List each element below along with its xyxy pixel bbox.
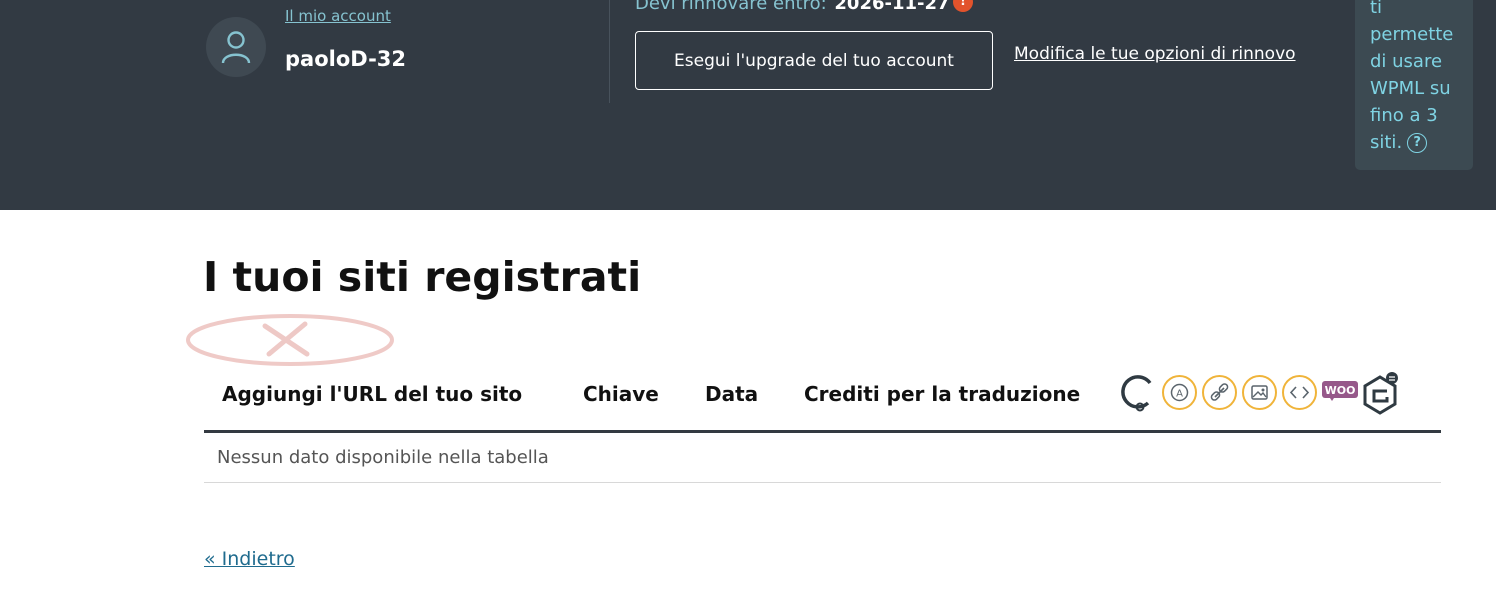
scribble-mark	[186, 314, 394, 366]
help-icon[interactable]: ?	[1407, 133, 1428, 153]
gravity-forms-icon	[1363, 372, 1398, 415]
info-line: di usare	[1370, 51, 1443, 72]
string-translation-icon: A	[1162, 375, 1197, 410]
svg-text:A: A	[1176, 389, 1183, 400]
renewal-options-link[interactable]: Modifica le tue opzioni di rinnovo	[1014, 44, 1296, 64]
avatar	[206, 17, 266, 77]
links-icon	[1202, 375, 1237, 410]
woocommerce-label: WOO	[1325, 384, 1356, 397]
license-info-box: ti permette di usare WPML su fino a 3 si…	[1355, 0, 1473, 170]
info-line: WPML su	[1370, 78, 1451, 99]
column-header-site-url[interactable]: Aggiungi l'URL del tuo sito	[222, 382, 522, 406]
page-title: I tuoi siti registrati	[203, 253, 642, 301]
account-header: Il mio account paoloD-32 Devi rinnovare …	[0, 0, 1496, 210]
media-icon	[1242, 375, 1277, 410]
my-account-link[interactable]: Il mio account	[285, 7, 391, 25]
code-icon	[1282, 375, 1317, 410]
back-link[interactable]: « Indietro	[204, 548, 295, 570]
header-divider	[609, 0, 610, 103]
column-header-key[interactable]: Chiave	[583, 382, 659, 406]
renewal-info: Devi rinnovare entro: 2026-11-27	[635, 0, 950, 14]
table-row-rule	[204, 482, 1441, 483]
empty-table-message: Nessun dato disponibile nella tabella	[217, 447, 549, 468]
info-line: fino a 3	[1370, 105, 1438, 126]
alert-icon: !	[953, 0, 973, 12]
column-header-credits[interactable]: Crediti per la traduzione	[804, 382, 1080, 406]
support-icon	[1121, 375, 1152, 412]
table-header-rule	[204, 430, 1441, 433]
info-line: siti.	[1370, 132, 1403, 153]
info-line-last: siti.?	[1370, 129, 1473, 156]
renewal-date: 2026-11-27	[834, 0, 950, 14]
info-line: permette	[1370, 24, 1454, 45]
renewal-label: Devi rinnovare entro:	[635, 0, 827, 14]
username: paoloD-32	[285, 47, 407, 71]
user-icon	[221, 31, 251, 64]
upgrade-account-button[interactable]: Esegui l'upgrade del tuo account	[635, 31, 993, 90]
column-header-date[interactable]: Data	[705, 382, 758, 406]
woocommerce-icon: WOO	[1322, 381, 1358, 401]
info-line: ti	[1370, 0, 1383, 18]
